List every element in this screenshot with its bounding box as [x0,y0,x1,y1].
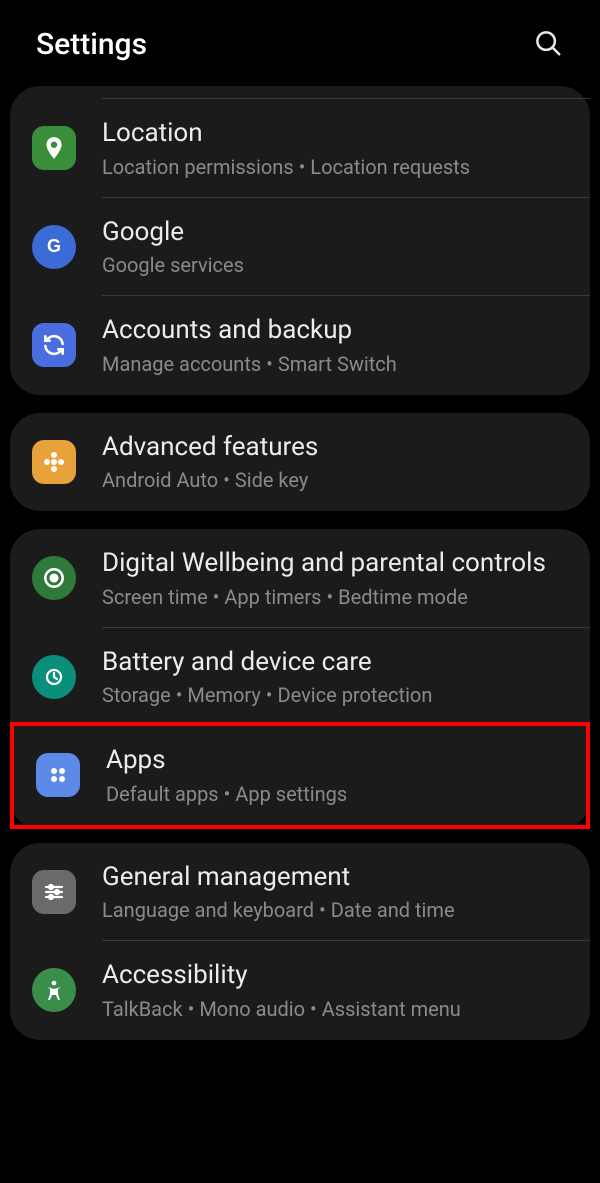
row-subtitle: TalkBack • Mono audio • Assistant menu [102,996,572,1022]
row-accounts[interactable]: Accounts and backup Manage accounts • Sm… [10,296,590,395]
sync-icon [32,323,76,367]
settings-group: General management Language and keyboard… [10,843,590,1040]
row-text: General management Language and keyboard… [102,861,572,924]
sliders-icon [32,870,76,914]
row-accessibility[interactable]: Accessibility TalkBack • Mono audio • As… [10,941,590,1040]
row-text: Location Location permissions • Location… [102,117,572,180]
google-icon: G [32,225,76,269]
row-title: Accounts and backup [102,314,572,347]
row-subtitle: Default apps • App settings [106,781,568,807]
row-subtitle: Screen time • App timers • Bedtime mode [102,584,572,610]
row-title: Google [102,216,572,249]
row-subtitle: Storage • Memory • Device protection [102,682,572,708]
row-text: Accessibility TalkBack • Mono audio • As… [102,959,572,1022]
row-title: Battery and device care [102,646,572,679]
apps-icon [36,753,80,797]
page-title: Settings [36,27,147,62]
row-apps[interactable]: Apps Default apps • App settings [10,722,590,829]
row-subtitle: Language and keyboard • Date and time [102,897,572,923]
row-text: Digital Wellbeing and parental controls … [102,547,572,610]
settings-group: Digital Wellbeing and parental controls … [10,529,590,829]
row-title: General management [102,861,572,894]
accessibility-icon [32,968,76,1012]
flower-icon [32,440,76,484]
search-icon [533,28,563,61]
row-text: Advanced features Android Auto • Side ke… [102,431,572,494]
row-text: Google Google services [102,216,572,279]
row-subtitle: Google services [102,252,572,278]
row-subtitle: Location permissions • Location requests [102,154,572,180]
row-location[interactable]: Location Location permissions • Location… [10,99,590,198]
row-text: Apps Default apps • App settings [106,744,568,807]
settings-group: Location Location permissions • Location… [10,86,590,395]
row-title: Location [102,117,572,150]
svg-text:G: G [47,236,61,256]
row-subtitle: Android Auto • Side key [102,467,572,493]
wellbeing-icon [32,556,76,600]
row-title: Digital Wellbeing and parental controls [102,547,572,580]
search-button[interactable] [528,24,568,64]
settings-group: Advanced features Android Auto • Side ke… [10,413,590,512]
row-title: Apps [106,744,568,777]
row-title: Advanced features [102,431,572,464]
row-title: Accessibility [102,959,572,992]
row-general-management[interactable]: General management Language and keyboard… [10,843,590,942]
row-google[interactable]: G Google Google services [10,198,590,297]
row-subtitle: Manage accounts • Smart Switch [102,351,572,377]
row-digital-wellbeing[interactable]: Digital Wellbeing and parental controls … [10,529,590,628]
row-text: Accounts and backup Manage accounts • Sm… [102,314,572,377]
row-text: Battery and device care Storage • Memory… [102,646,572,709]
header: Settings [0,0,600,86]
location-icon [32,126,76,170]
row-battery-device-care[interactable]: Battery and device care Storage • Memory… [10,628,590,727]
row-advanced-features[interactable]: Advanced features Android Auto • Side ke… [10,413,590,512]
device-care-icon [32,655,76,699]
